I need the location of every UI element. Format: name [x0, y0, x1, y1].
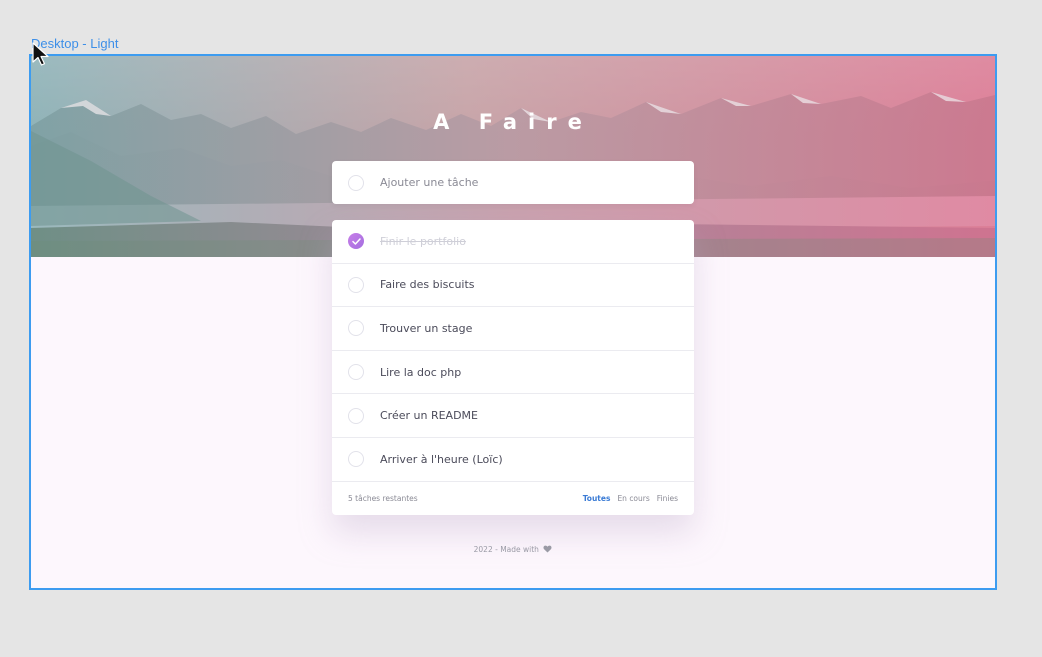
list-footer: 5 tâches restantes Toutes En cours Finie…: [332, 482, 694, 515]
todo-item[interactable]: Faire des biscuits: [332, 264, 694, 308]
unchecked-checkbox[interactable]: [348, 320, 364, 337]
new-task-field[interactable]: [332, 161, 694, 204]
todo-item[interactable]: Créer un README: [332, 394, 694, 438]
footer-credit: 2022 - Made with: [31, 545, 995, 554]
design-canvas: Desktop - Light A Faire Ajouter une tâch…: [0, 0, 1042, 657]
todo-label: Créer un README: [380, 409, 478, 423]
todo-label: Faire des biscuits: [380, 278, 475, 292]
new-task-circle-icon: [348, 174, 364, 191]
todo-item[interactable]: Lire la doc php: [332, 351, 694, 395]
credit-text: 2022 - Made with: [473, 545, 539, 554]
checked-checkbox[interactable]: [348, 233, 364, 250]
app-title: A Faire: [433, 110, 593, 134]
unchecked-checkbox[interactable]: [348, 451, 364, 468]
todo-item[interactable]: Arriver à l'heure (Loïc): [332, 438, 694, 482]
todo-item[interactable]: Trouver un stage: [332, 307, 694, 351]
unchecked-checkbox[interactable]: [348, 364, 364, 381]
todo-label: Finir le portfolio: [380, 234, 466, 248]
filter-active[interactable]: En cours: [617, 494, 649, 503]
new-task-input[interactable]: [380, 176, 680, 189]
mouse-cursor-icon: [32, 42, 49, 66]
heart-icon: [543, 545, 552, 553]
desktop-frame[interactable]: A Faire Finir le portfolio Faire des bis…: [29, 54, 997, 590]
todo-list: Finir le portfolio Faire des biscuits Tr…: [332, 220, 694, 515]
filter-all[interactable]: Toutes: [583, 494, 611, 503]
remaining-count: 5 tâches restantes: [348, 493, 418, 503]
filter-completed[interactable]: Finies: [657, 494, 678, 503]
filter-group: Toutes En cours Finies: [583, 494, 678, 503]
unchecked-checkbox[interactable]: [348, 407, 364, 424]
todo-label: Arriver à l'heure (Loïc): [380, 452, 503, 466]
todo-item[interactable]: Finir le portfolio: [332, 220, 694, 264]
check-icon: [351, 238, 361, 245]
todo-label: Lire la doc php: [380, 365, 462, 379]
todo-label: Trouver un stage: [380, 321, 473, 335]
unchecked-checkbox[interactable]: [348, 276, 364, 293]
